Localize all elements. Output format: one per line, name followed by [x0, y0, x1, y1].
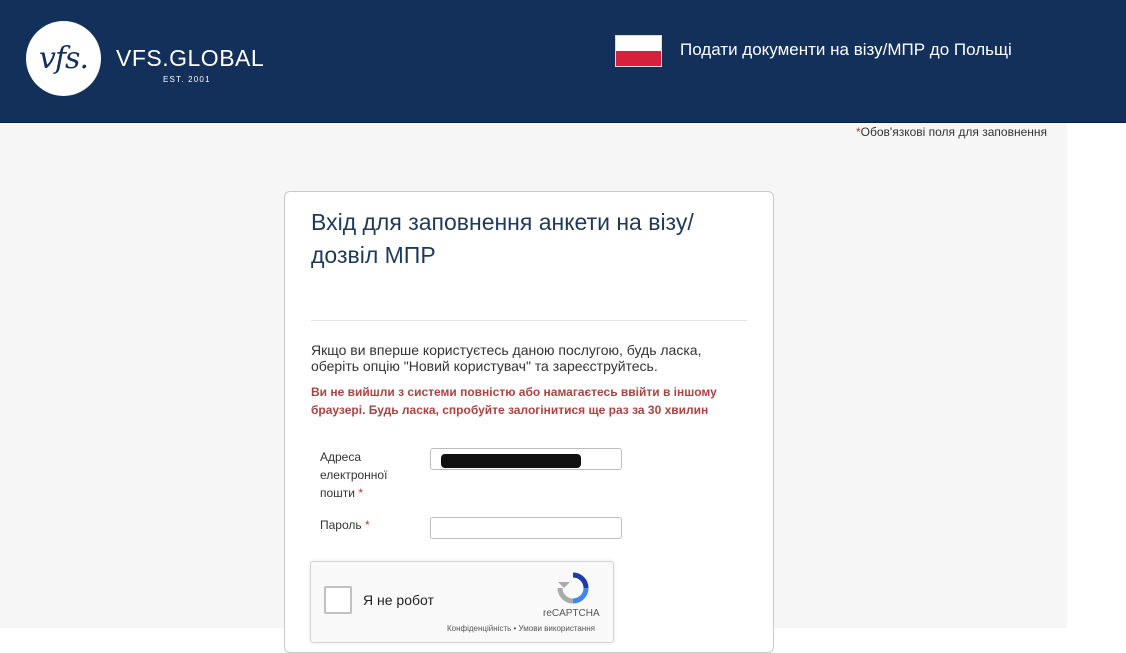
redacted-email-value	[441, 454, 581, 468]
login-title: Вхід для заповнення анкети на візу/ дозв…	[311, 209, 694, 268]
session-error-message: Ви не вийшли з системи повністю або нама…	[311, 385, 717, 417]
recaptcha-logo-icon	[557, 572, 589, 604]
required-note-text: Обов'язкові поля для заповнення	[860, 125, 1047, 139]
recaptcha-widget: Я не робот reCAPTCHA Конфіденційність • …	[310, 561, 614, 643]
password-label-text: Пароль	[320, 518, 362, 532]
required-star: *	[364, 518, 370, 532]
required-star: *	[358, 486, 364, 500]
header-title: Подати документи на візу/МПР до Польщі	[680, 40, 1012, 59]
poland-flag-icon	[615, 35, 662, 67]
login-card: Вхід для заповнення анкети на візу/ дозв…	[284, 191, 774, 653]
email-label-text: Адреса електронної пошти	[320, 450, 388, 500]
recaptcha-checkbox[interactable]	[324, 586, 352, 614]
required-fields-note: *Обов'язкові поля для заповнення	[856, 125, 1047, 139]
recaptcha-brand: reCAPTCHA	[543, 608, 600, 619]
recaptcha-label: Я не робот	[363, 592, 434, 608]
password-field[interactable]	[430, 517, 622, 539]
vfs-logo-mark: vfs.	[39, 41, 89, 76]
brand-established: EST. 2001	[163, 75, 211, 84]
password-label: Пароль *	[320, 516, 410, 534]
vfs-logo[interactable]: vfs.	[26, 21, 101, 96]
brand-name: VFS.GLOBAL	[116, 45, 265, 71]
title-divider	[311, 320, 747, 321]
email-label: Адреса електронної пошти *	[320, 448, 410, 502]
site-header: vfs. VFS.GLOBAL EST. 2001 Подати докумен…	[0, 0, 1126, 123]
new-user-info: Якщо ви вперше користуєтесь даною послуг…	[311, 342, 702, 374]
recaptcha-links[interactable]: Конфіденційність • Умови використання	[447, 624, 595, 633]
